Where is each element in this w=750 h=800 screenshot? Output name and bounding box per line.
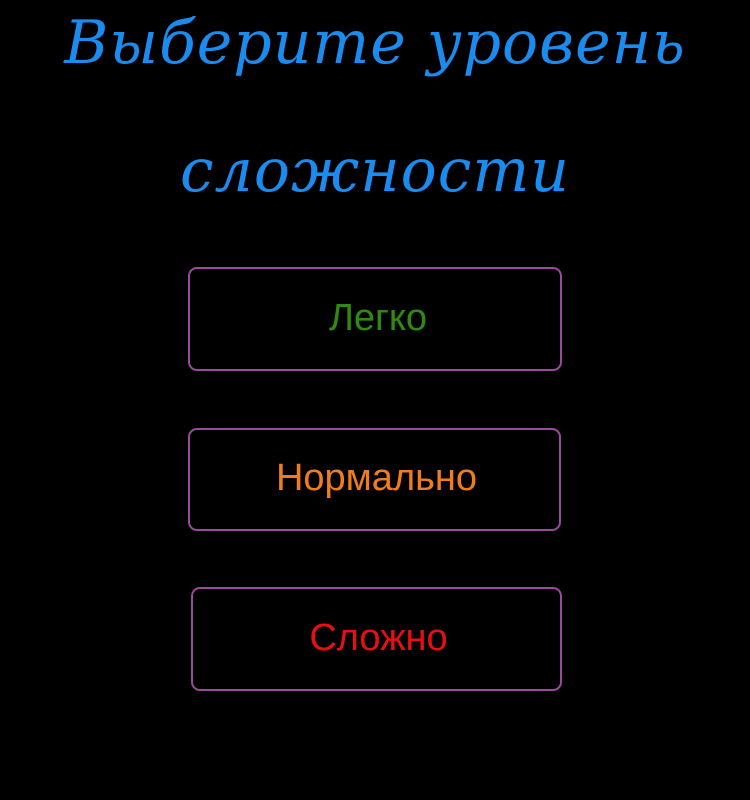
difficulty-screen: Выберите уровень сложности Легко Нормаль… [0,0,750,800]
normal-button-label: Нормально [275,456,478,499]
page-title-line-1: Выберите уровень [64,8,686,78]
hard-button[interactable]: Сложно [191,587,562,691]
easy-button-label: Легко [328,297,428,339]
normal-button[interactable]: Нормально [188,428,561,531]
page-title-line-2: сложности [180,136,570,206]
hard-button-label: Сложно [309,617,448,659]
easy-button[interactable]: Легко [188,267,562,371]
